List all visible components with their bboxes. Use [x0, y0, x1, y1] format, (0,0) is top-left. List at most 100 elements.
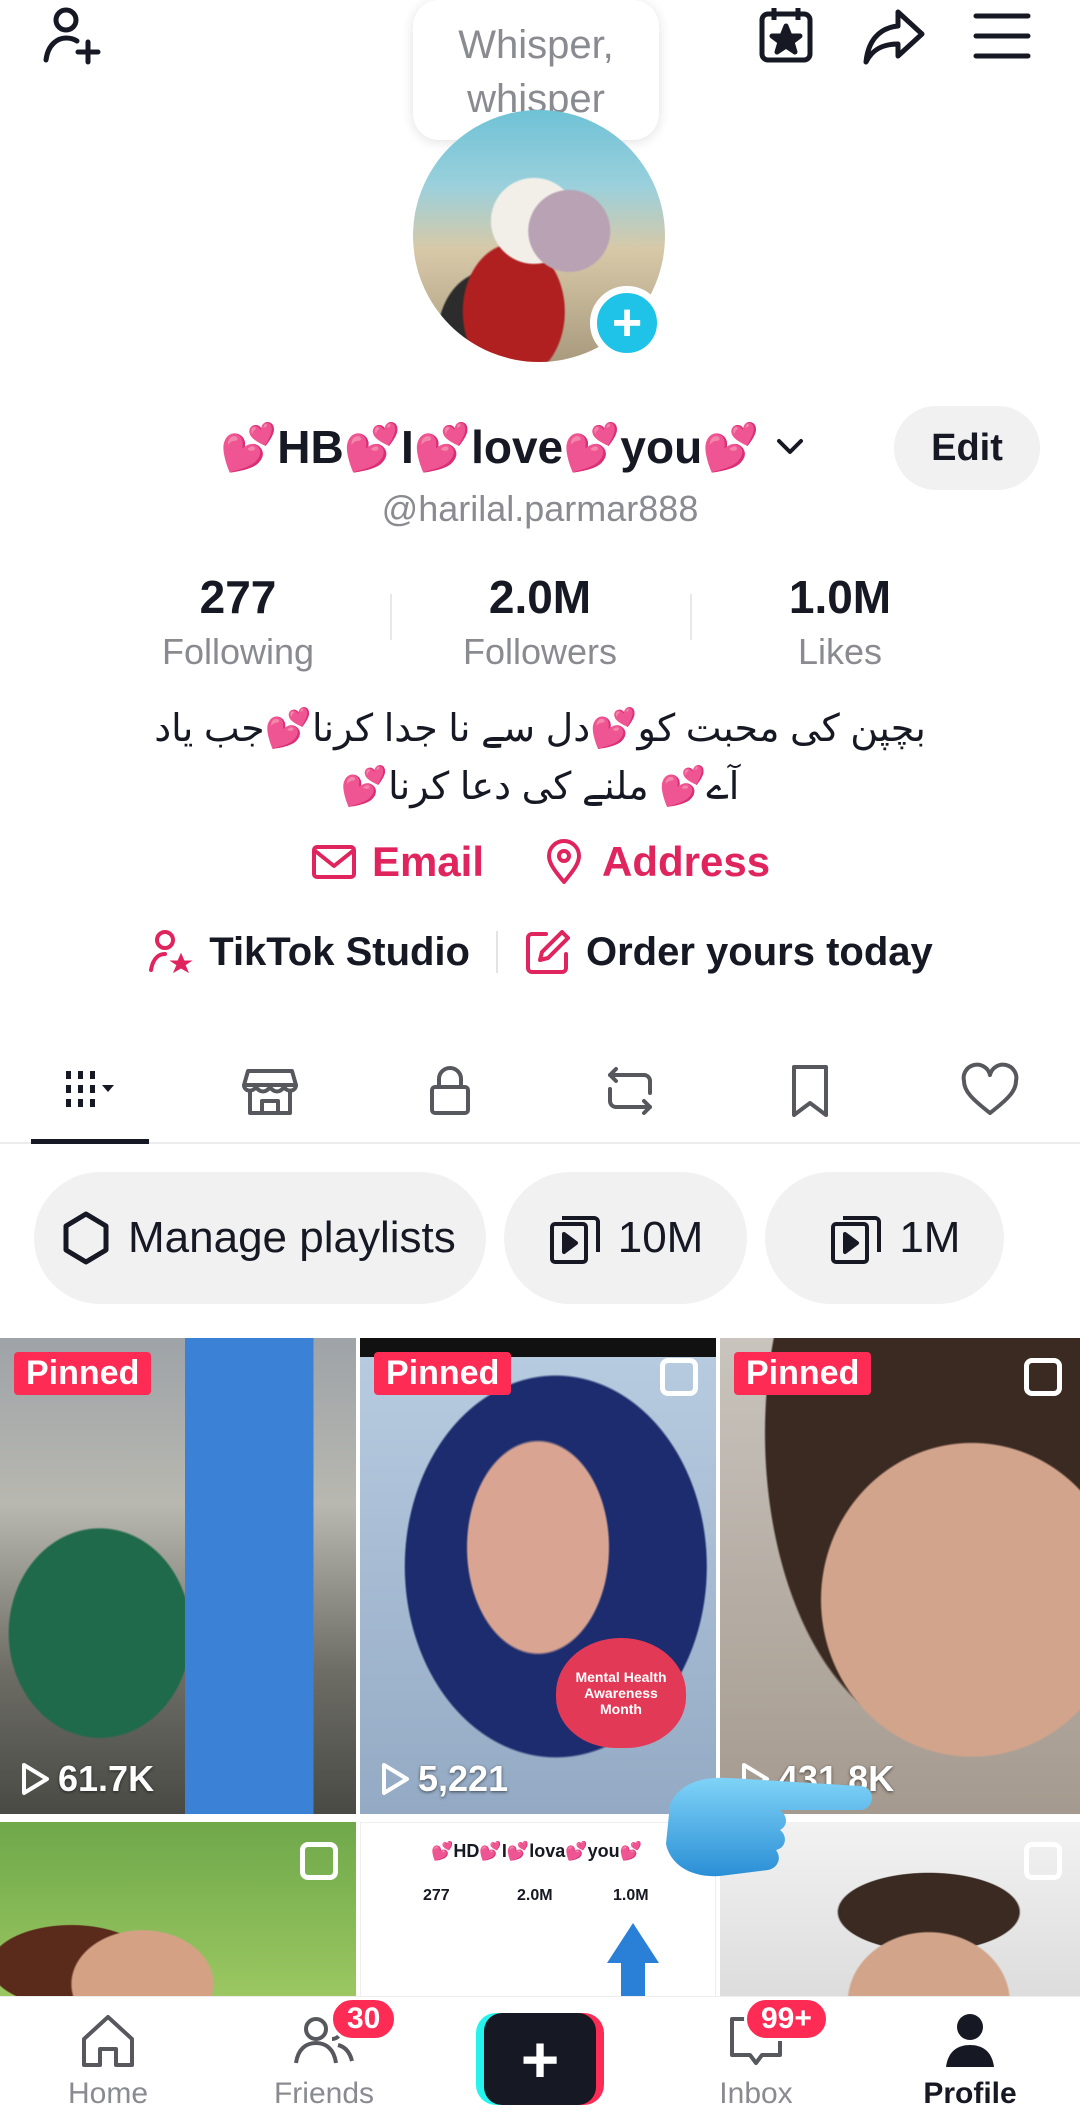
- pinned-badge: Pinned: [14, 1352, 152, 1395]
- nav-friends-label: Friends: [273, 2077, 375, 2110]
- display-name[interactable]: 💕 HB 💕 I 💕 love 💕 you 💕: [220, 412, 807, 482]
- tab-reposts[interactable]: [540, 1040, 720, 1142]
- video-thumbnail[interactable]: [0, 1822, 356, 2002]
- video-thumbnail[interactable]: Pinned 61.7K: [0, 1338, 356, 1814]
- nav-home[interactable]: Home: [18, 2009, 198, 2111]
- plus-icon: +: [484, 2013, 596, 2105]
- share-icon[interactable]: [858, 0, 930, 72]
- bio: بچپن کی محبت کو💕دل سے نا جدا کرنا💕جب یاد…: [100, 700, 980, 816]
- chevron-down-icon[interactable]: [773, 430, 807, 464]
- playlist-icon: [549, 1216, 600, 1264]
- creator-tools-row: TikTok Studio Order yours today: [0, 928, 1080, 976]
- heart-emoji: 💕: [220, 420, 278, 473]
- manage-playlists-button[interactable]: Manage playlists: [34, 1172, 486, 1304]
- stat-likes-value: 1.0M: [788, 571, 892, 623]
- content-tabs: [0, 1040, 1080, 1144]
- playlist-chip[interactable]: 10M: [503, 1172, 748, 1304]
- stat-following-label: Following: [161, 631, 315, 672]
- play-icon: [382, 1763, 409, 1795]
- location-pin-icon: [547, 839, 581, 884]
- playlist-chip-label: 10M: [617, 1213, 704, 1262]
- friends-badge: 30: [330, 1997, 398, 2041]
- stat-followers-value: 2.0M: [488, 571, 592, 623]
- address-link[interactable]: Address: [540, 838, 770, 886]
- divider: [495, 931, 498, 973]
- thumb-stat: 277: [423, 1887, 450, 1904]
- tiktok-studio-link[interactable]: TikTok Studio: [147, 928, 470, 976]
- pinned-badge: Pinned: [374, 1352, 512, 1395]
- add-friend-icon[interactable]: [36, 0, 108, 72]
- stat-following-value: 277: [199, 571, 277, 623]
- stat-followers[interactable]: 2.0M Followers: [390, 568, 690, 678]
- bottom-navigation: Home Friends 30 + Inbox 99+ Profile: [0, 1996, 1080, 2128]
- mental-health-label: Mental Health Awareness Month: [575, 1669, 667, 1717]
- thumb-stat: 2.0M: [517, 1887, 553, 1904]
- playlist-chip-label: 1M: [899, 1213, 961, 1262]
- inbox-badge: 99+: [744, 1997, 829, 2041]
- tab-favorites[interactable]: [720, 1040, 900, 1142]
- heart-emoji: 💕: [343, 420, 402, 473]
- edit-profile-button[interactable]: Edit: [894, 406, 1040, 490]
- pinned-badge: Pinned: [734, 1352, 872, 1395]
- heart-outline-icon: [961, 1062, 1019, 1115]
- envelope-icon: [311, 845, 356, 879]
- add-story-icon[interactable]: +: [590, 286, 664, 360]
- multi-photo-icon: [660, 1358, 698, 1396]
- email-link[interactable]: Email: [310, 838, 484, 886]
- nav-profile-label: Profile: [923, 2077, 1017, 2110]
- view-count: 61.7K: [20, 1758, 154, 1800]
- stat-following[interactable]: 277 Following: [88, 568, 388, 678]
- tab-videos[interactable]: [0, 1040, 180, 1142]
- username-handle: @harilal.parmar888: [381, 488, 699, 529]
- stat-likes-label: Likes: [797, 631, 883, 672]
- manage-playlists-label: Manage playlists: [128, 1213, 456, 1262]
- play-icon: [22, 1763, 49, 1795]
- bio-line: بچپن کی محبت کو💕دل سے نا جدا کرنا💕جب یاد: [154, 708, 926, 750]
- multi-photo-icon: [1024, 1842, 1062, 1880]
- order-link[interactable]: Order yours today: [524, 928, 933, 976]
- playlist-icon: [831, 1216, 882, 1264]
- nav-profile[interactable]: Profile: [880, 2009, 1060, 2111]
- tab-private[interactable]: [360, 1040, 540, 1142]
- video-thumbnail[interactable]: Pinned Mental Health Awareness Month 5,2…: [360, 1338, 716, 1814]
- profile-icon: [946, 2014, 994, 2067]
- thumb-name: 💕HD💕I💕lova💕you💕: [431, 1841, 643, 1861]
- bio-line: آے💕 ملنے کی دعا کرنا💕: [340, 766, 740, 808]
- heart-emoji: 💕: [563, 420, 621, 473]
- home-icon: [82, 2015, 134, 2067]
- address-label: Address: [602, 838, 771, 885]
- nav-inbox-label: Inbox: [719, 2077, 793, 2110]
- pointing-hand-icon: [666, 1777, 872, 1877]
- order-label: Order yours today: [585, 929, 933, 974]
- mental-health-heart: Mental Health Awareness Month: [556, 1638, 686, 1748]
- edit-square-icon: [525, 930, 570, 974]
- video-thumbnail[interactable]: Pinned 431.8K: [720, 1338, 1080, 1814]
- stat-followers-label: Followers: [462, 631, 618, 672]
- playlist-chips: Manage playlists 10M 1M: [34, 1172, 1005, 1304]
- shop-icon: [242, 1069, 298, 1115]
- multi-photo-icon: [300, 1842, 338, 1880]
- heart-emoji: 💕: [413, 420, 472, 473]
- tab-shop[interactable]: [180, 1040, 360, 1142]
- calendar-star-icon[interactable]: [750, 0, 822, 72]
- menu-icon[interactable]: [966, 0, 1038, 72]
- lock-icon: [430, 1066, 470, 1115]
- stat-likes[interactable]: 1.0M Likes: [690, 568, 990, 678]
- tiktok-studio-label: TikTok Studio: [209, 929, 470, 974]
- view-count: 5,221: [380, 1758, 508, 1800]
- repost-icon: [608, 1067, 652, 1115]
- up-arrow-overlay: [607, 1923, 659, 1963]
- thumb-stat: 1.0M: [613, 1887, 649, 1904]
- bookmark-icon: [792, 1065, 828, 1117]
- contact-links: Email Address: [0, 838, 1080, 886]
- heart-emoji: 💕: [702, 420, 760, 473]
- tab-liked[interactable]: [900, 1040, 1080, 1142]
- playlist-chip[interactable]: 1M: [765, 1172, 1005, 1304]
- studio-person-star-icon: [149, 930, 193, 974]
- multi-photo-icon: [1024, 1358, 1062, 1396]
- email-label: Email: [371, 838, 484, 885]
- grid-videos-icon: [66, 1071, 114, 1107]
- create-button[interactable]: +: [476, 2013, 604, 2105]
- nav-home-label: Home: [67, 2077, 149, 2110]
- gear-outline-icon: [63, 1211, 109, 1265]
